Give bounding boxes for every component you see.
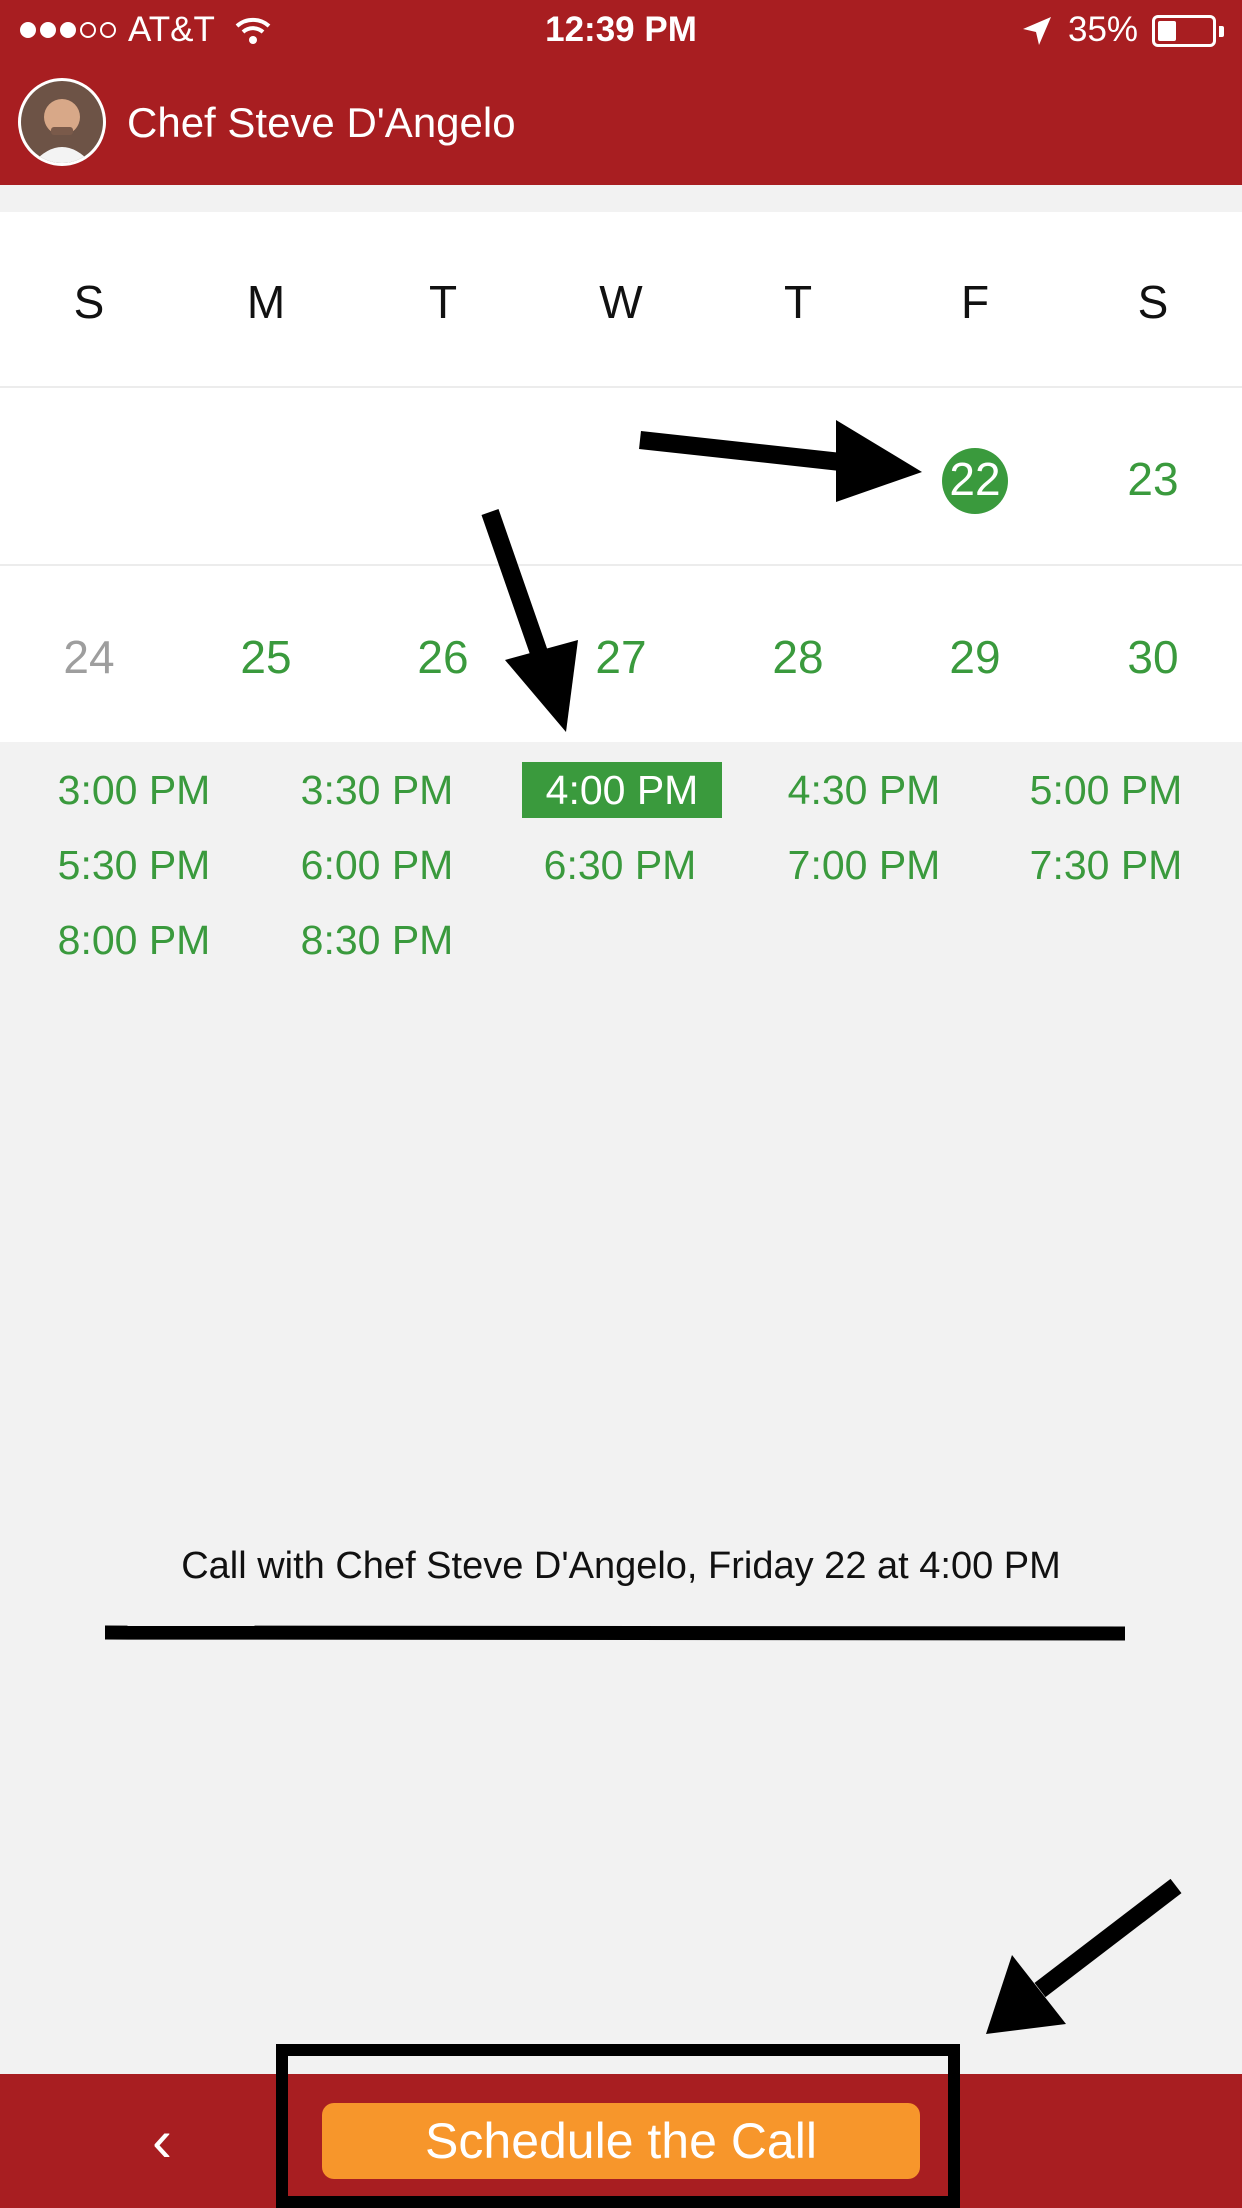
weekday-label: M: [246, 276, 286, 328]
back-button[interactable]: ‹: [130, 2106, 194, 2176]
time-slot[interactable]: 5:00 PM: [1006, 762, 1206, 818]
time-slot-selected[interactable]: 4:00 PM: [522, 762, 722, 818]
battery-level: [1158, 21, 1176, 41]
row-divider: [0, 564, 1242, 566]
calendar-day-disabled: 24: [63, 631, 115, 683]
page-title: Chef Steve D'Angelo: [127, 99, 516, 146]
calendar-day[interactable]: 25: [177, 617, 355, 697]
battery-icon: [1152, 15, 1216, 47]
calendar-day[interactable]: 29: [886, 617, 1064, 697]
chef-avatar[interactable]: [18, 78, 106, 166]
calendar-day[interactable]: 26: [354, 617, 532, 697]
weekday-label: T: [428, 276, 458, 328]
time-slot[interactable]: 5:30 PM: [34, 837, 234, 893]
weekday-label: S: [1137, 276, 1169, 328]
calendar-day[interactable]: 27: [532, 617, 710, 697]
annotation-arrow-to-button: [986, 1878, 1182, 2034]
time-slot[interactable]: 6:00 PM: [277, 837, 477, 893]
calendar-day-selected[interactable]: 22: [886, 439, 1064, 519]
annotation-underline: [104, 1625, 1126, 1641]
time-slot[interactable]: 6:30 PM: [520, 837, 720, 893]
weekday-label: F: [960, 276, 990, 328]
time-slot[interactable]: 4:30 PM: [764, 762, 964, 818]
time-slot[interactable]: 8:30 PM: [277, 912, 477, 968]
location-arrow-icon: [1023, 17, 1051, 45]
call-summary: Call with Chef Steve D'Angelo, Friday 22…: [181, 1545, 1061, 1587]
time-slot[interactable]: 8:00 PM: [34, 912, 234, 968]
battery-tip: [1219, 26, 1224, 37]
calendar-day[interactable]: 30: [1064, 617, 1242, 697]
time-slot[interactable]: 7:00 PM: [764, 837, 964, 893]
annotation-highlight-box: [276, 2044, 960, 2208]
time-slot[interactable]: 3:00 PM: [34, 762, 234, 818]
time-slot[interactable]: 7:30 PM: [1006, 837, 1206, 893]
calendar: S M T W T F S 22 23 24 25 26 27 28 29 30: [0, 212, 1242, 742]
calendar-day[interactable]: 23: [1064, 439, 1242, 519]
weekday-label: S: [73, 276, 105, 328]
battery-percent: 35%: [1068, 10, 1139, 49]
row-divider: [0, 386, 1242, 388]
status-time: 12:39 PM: [545, 10, 697, 49]
time-slot[interactable]: 3:30 PM: [277, 762, 477, 818]
calendar-day[interactable]: 28: [709, 617, 887, 697]
weekday-label: W: [599, 276, 643, 328]
weekday-label: T: [783, 276, 813, 328]
chef-photo: [21, 81, 103, 163]
